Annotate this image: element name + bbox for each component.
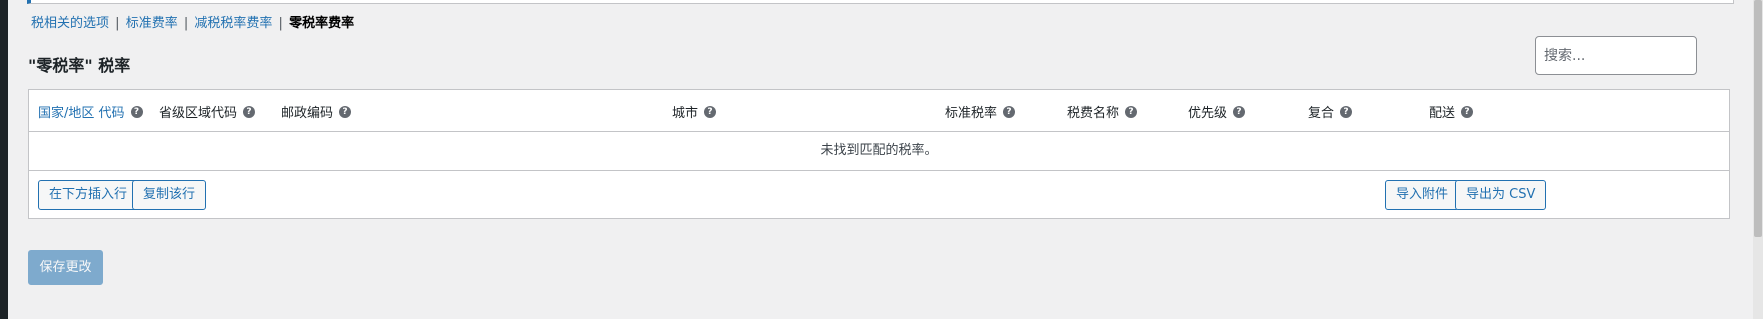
tab-separator: | bbox=[278, 16, 283, 31]
help-icon[interactable]: ? bbox=[1125, 105, 1138, 118]
search-input[interactable] bbox=[1535, 36, 1697, 75]
column-label: 省级区域代码 bbox=[159, 106, 238, 121]
help-icon[interactable]: ? bbox=[704, 105, 717, 118]
tab-separator: | bbox=[115, 16, 120, 31]
column-compound: 复合 ? bbox=[1308, 102, 1353, 121]
help-icon[interactable]: ? bbox=[1461, 105, 1474, 118]
column-rate: 标准税率 ? bbox=[945, 102, 1016, 121]
column-label: 税费名称 bbox=[1067, 106, 1120, 121]
page-title: "零税率" 税率 bbox=[28, 56, 131, 75]
help-icon[interactable]: ? bbox=[1003, 105, 1016, 118]
import-csv-button[interactable]: 导入附件 bbox=[1385, 180, 1460, 210]
insert-row-button[interactable]: 在下方插入行 bbox=[38, 180, 139, 210]
tab-zero-rates[interactable]: 零税率费率 bbox=[289, 16, 354, 31]
empty-message: 未找到匹配的税率。 bbox=[29, 132, 1729, 171]
column-label: 复合 bbox=[1308, 106, 1335, 121]
tab-separator: | bbox=[183, 16, 189, 31]
tax-section-nav: 税相关的选项 | 标准费率 | 减税税率费率 | 零税率费率 bbox=[31, 15, 354, 33]
column-label: 国家/地区 代码 bbox=[38, 106, 125, 121]
column-label: 配送 bbox=[1429, 106, 1456, 121]
help-icon[interactable]: ? bbox=[130, 105, 143, 118]
help-icon[interactable]: ? bbox=[1233, 105, 1246, 118]
column-label: 优先级 bbox=[1188, 106, 1228, 121]
table-header-row: 国家/地区 代码 ? 省级区域代码 ? 邮政编码 ? 城市 ? 标准税率 ? 税… bbox=[29, 90, 1729, 132]
tab-standard-rates[interactable]: 标准费率 bbox=[126, 16, 178, 31]
tab-reduced-rates[interactable]: 减税税率费率 bbox=[194, 16, 272, 31]
tax-rates-table: 国家/地区 代码 ? 省级区域代码 ? 邮政编码 ? 城市 ? 标准税率 ? 税… bbox=[28, 89, 1730, 219]
tab-tax-options[interactable]: 税相关的选项 bbox=[31, 16, 109, 31]
column-city: 城市 ? bbox=[672, 102, 717, 121]
column-label: 标准税率 bbox=[945, 106, 998, 121]
column-shipping: 配送 ? bbox=[1429, 102, 1474, 121]
column-tax-name: 税费名称 ? bbox=[1067, 102, 1138, 121]
notice-box bbox=[27, 0, 1734, 4]
help-icon[interactable]: ? bbox=[339, 105, 352, 118]
column-state-code: 省级区域代码 ? bbox=[159, 102, 256, 121]
save-changes-button[interactable]: 保存更改 bbox=[28, 250, 103, 285]
duplicate-row-button[interactable]: 复制该行 bbox=[132, 180, 207, 210]
page-scrollbar[interactable] bbox=[1753, 0, 1763, 319]
column-postcode: 邮政编码 ? bbox=[281, 102, 352, 121]
help-icon[interactable]: ? bbox=[243, 105, 256, 118]
help-icon[interactable]: ? bbox=[1340, 105, 1353, 118]
column-label: 邮政编码 bbox=[281, 106, 334, 121]
column-priority: 优先级 ? bbox=[1188, 102, 1246, 121]
column-country-code[interactable]: 国家/地区 代码 ? bbox=[38, 102, 143, 121]
admin-sidebar-edge bbox=[0, 0, 8, 319]
export-csv-button[interactable]: 导出为 CSV bbox=[1455, 180, 1547, 210]
column-label: 城市 bbox=[672, 106, 699, 121]
scrollbar-thumb[interactable] bbox=[1754, 0, 1762, 237]
